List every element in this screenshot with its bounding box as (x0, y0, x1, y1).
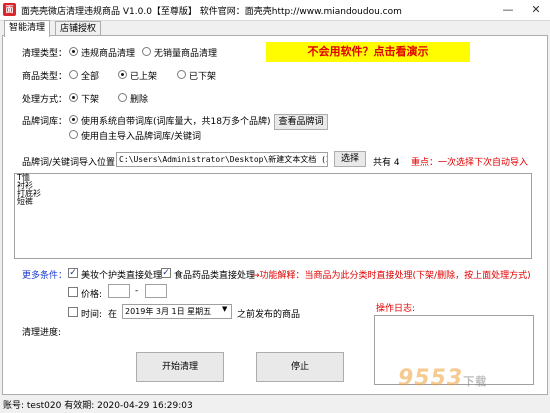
watermark-number: 9553 (398, 366, 464, 391)
brand-lexicon-label: 品牌词库： (22, 117, 68, 127)
price-checkbox[interactable] (68, 287, 78, 297)
radio-custom-lexicon[interactable] (69, 130, 78, 139)
radio-violation-clean[interactable] (69, 47, 78, 56)
food-drug-category-checkbox[interactable] (161, 268, 171, 278)
app-icon: 面 (3, 3, 16, 16)
radio-delisted[interactable] (177, 70, 186, 79)
function-explanation: →功能解释：当商品为此分类时直接处理(下架/删除，按上面处理方式) (252, 271, 531, 281)
radio-listed[interactable] (118, 70, 127, 79)
start-clean-button[interactable]: 开始清理 (136, 352, 224, 382)
window-title: 面壳壳微店清理违规商品 V1.0.0【至尊版】 软件官网：面壳壳http://w… (21, 7, 402, 17)
radio-violation-clean-label[interactable]: 违规商品清理 (81, 46, 135, 59)
date-picker[interactable]: 2019年 3月 1日 星期五 (122, 304, 232, 319)
time-prefix: 在 (108, 310, 118, 320)
price-min-input[interactable] (108, 284, 130, 298)
keyword-item: 打底衫 (17, 189, 41, 198)
radio-all[interactable] (69, 70, 78, 79)
watermark-sub: 下载 (463, 375, 488, 388)
title-bar: 面 面壳壳微店清理违规商品 V1.0.0【至尊版】 软件官网：面壳壳http:/… (0, 0, 550, 21)
price-max-input[interactable] (145, 284, 167, 298)
account-status: 账号: test020 有效期: 2020-04-29 16:29:03 (3, 401, 193, 411)
radio-delete-label[interactable]: 删除 (130, 92, 148, 105)
price-range-dash: - (135, 286, 139, 296)
radio-delisted-label[interactable]: 已下架 (189, 69, 216, 82)
keyword-list[interactable]: T恤 衬衫 打底衫 短裤 (14, 173, 532, 259)
handling-label: 处理方式： (22, 95, 68, 105)
import-note: 重点：一次选择下次自动导入 (411, 158, 529, 168)
radio-delist-label[interactable]: 下架 (81, 92, 99, 105)
radio-no-sales-clean-label[interactable]: 无销量商品清理 (154, 46, 217, 59)
minimize-button[interactable]: — (494, 0, 522, 20)
time-suffix: 之前发布的商品 (237, 310, 301, 320)
keyword-item: 短裤 (17, 197, 33, 206)
more-conditions-label: 更多条件： (22, 271, 68, 281)
clean-type-label: 清理类型： (22, 49, 68, 59)
radio-system-lexicon-label[interactable]: 使用系统自带词库(词库量大，共18万多个品牌) (81, 114, 270, 127)
radio-custom-lexicon-label[interactable]: 使用自主导入品牌词库/关键词 (81, 129, 201, 142)
price-label: 价格: (81, 290, 103, 300)
radio-all-label[interactable]: 全部 (81, 69, 99, 82)
stop-button[interactable]: 停止 (256, 352, 344, 382)
tab-shop-auth[interactable]: 店铺授权 (55, 21, 102, 36)
radio-listed-label[interactable]: 已上架 (130, 69, 157, 82)
time-checkbox[interactable] (68, 307, 78, 317)
operation-log-label: 操作日志: (376, 304, 416, 314)
radio-delist[interactable] (69, 93, 78, 102)
beauty-category-label[interactable]: 美妆个护类直接处理 (81, 268, 162, 281)
beauty-category-checkbox[interactable] (68, 268, 78, 278)
keyword-item: T恤 (17, 173, 30, 182)
date-value: 2019年 3月 1日 星期五 (125, 307, 212, 316)
progress-label: 清理进度: (22, 328, 62, 338)
keyword-item: 衬衫 (17, 181, 33, 190)
radio-delete[interactable] (118, 93, 127, 102)
import-path-field[interactable]: C:\Users\Administrator\Desktop\新建文本文档 (2… (116, 152, 328, 167)
radio-no-sales-clean[interactable] (142, 47, 151, 56)
view-brands-button[interactable]: 查看品牌词 (274, 114, 328, 130)
time-label: 时间: (81, 310, 103, 320)
product-type-label: 商品类型： (22, 72, 68, 82)
radio-system-lexicon[interactable] (69, 115, 78, 124)
close-button[interactable]: ✕ (522, 0, 550, 20)
tab-smart-clean[interactable]: 智能清理 (4, 20, 51, 37)
food-drug-category-label[interactable]: 食品药品类直接处理 (174, 268, 255, 281)
select-file-button[interactable]: 选择 (334, 151, 366, 167)
import-location-label: 品牌词/关键词导入位置： (22, 158, 125, 168)
demo-video-link[interactable]: 不会用软件？点击看演示 (266, 42, 470, 62)
site-watermark: 9553下载 (398, 366, 487, 391)
keyword-count: 共有 4 (373, 158, 400, 168)
chevron-down-icon[interactable]: ▼ (222, 305, 227, 313)
